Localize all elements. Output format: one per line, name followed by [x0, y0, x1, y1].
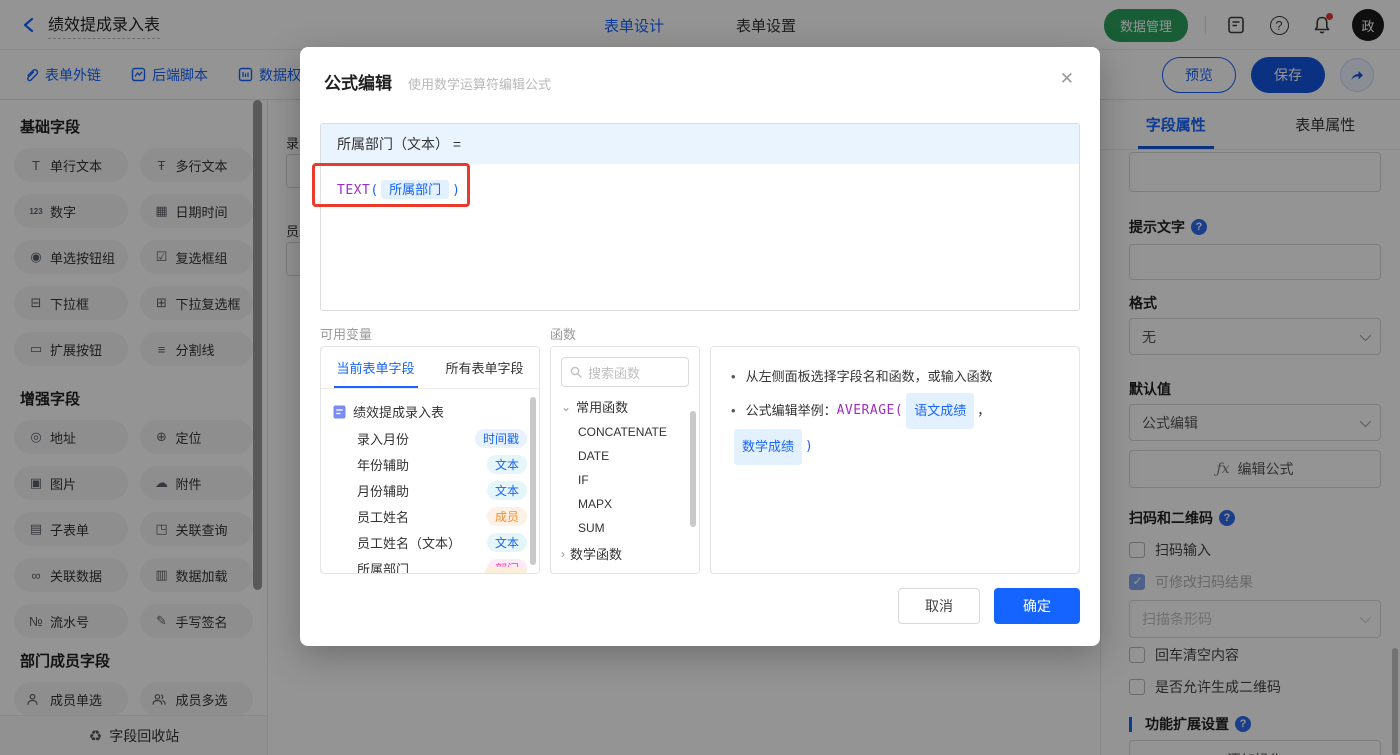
- app-root: 绩效提成录入表 表单设计 表单设置 数据管理 ? 政 表单外链: [0, 0, 1400, 755]
- formula-editor: 所属部门（文本） = TEXT(所属部门): [320, 123, 1080, 311]
- variables-scrollbar[interactable]: [530, 397, 536, 565]
- variable-row[interactable]: 年份辅助文本: [321, 451, 539, 477]
- close-icon[interactable]: ✕: [1060, 69, 1074, 89]
- functions-label: 函数: [550, 324, 576, 343]
- function-item-date[interactable]: DATE: [551, 444, 699, 468]
- formula-input-area[interactable]: TEXT(所属部门): [321, 164, 1079, 213]
- variables-tree-root[interactable]: 绩效提成录入表: [321, 398, 539, 425]
- search-icon: [570, 366, 582, 378]
- formula-function-name: TEXT: [337, 183, 370, 198]
- help-panel: • 从左侧面板选择字段名和函数，或输入函数 • 公式编辑举例： AVERAGE(…: [710, 346, 1080, 574]
- variable-row[interactable]: 员工姓名成员: [321, 503, 539, 529]
- example-field-chip: 数学成绩: [734, 429, 802, 465]
- caret-down-icon: ⌄: [561, 400, 571, 414]
- variables-label: 可用变量: [320, 324, 372, 343]
- variable-row[interactable]: 员工姓名（文本）文本: [321, 529, 539, 555]
- caret-right-icon: ›: [561, 574, 565, 575]
- formula-result-label: 所属部门（文本） =: [321, 124, 1079, 164]
- modal-title: 公式编辑: [324, 69, 392, 94]
- modal-subtitle: 使用数学运算符编辑公式: [408, 74, 551, 93]
- type-badge: 时间戳: [475, 429, 527, 448]
- variables-panel: 当前表单字段 所有表单字段 绩效提成录入表 录入月份时间戳 年份辅助文本 月份辅…: [320, 346, 540, 574]
- example-function: AVERAGE(: [837, 395, 904, 427]
- tab-all-form-fields[interactable]: 所有表单字段: [430, 347, 539, 388]
- help-bullet-2-prefix: 公式编辑举例：: [746, 395, 837, 427]
- function-group-math[interactable]: › 数学函数: [551, 540, 699, 567]
- search-placeholder: 搜索函数: [588, 363, 640, 382]
- function-item-mapx[interactable]: MAPX: [551, 492, 699, 516]
- type-badge: 文本: [487, 481, 527, 500]
- variable-badge-partial: [485, 567, 527, 574]
- function-item-sum[interactable]: SUM: [551, 516, 699, 540]
- caret-right-icon: ›: [561, 547, 565, 561]
- tab-current-form-fields[interactable]: 当前表单字段: [321, 347, 430, 388]
- functions-panel: 搜索函数 ⌄ 常用函数 CONCATENATE DATE IF MAPX SUM…: [550, 346, 700, 574]
- help-bullet-1: 从左侧面板选择字段名和函数，或输入函数: [746, 361, 993, 393]
- form-doc-icon: [333, 405, 346, 419]
- variable-row[interactable]: 月份辅助文本: [321, 477, 539, 503]
- function-item-concatenate[interactable]: CONCATENATE: [551, 420, 699, 444]
- type-badge: 文本: [487, 533, 527, 552]
- function-search-input[interactable]: 搜索函数: [561, 357, 689, 387]
- function-item-if[interactable]: IF: [551, 468, 699, 492]
- example-field-chip: 语文成绩: [906, 393, 974, 429]
- cancel-button[interactable]: 取消: [898, 588, 980, 624]
- function-group-common[interactable]: ⌄ 常用函数: [551, 393, 699, 420]
- formula-field-chip[interactable]: 所属部门: [381, 180, 449, 199]
- variable-row[interactable]: 录入月份时间戳: [321, 425, 539, 451]
- type-badge: 成员: [487, 507, 527, 526]
- type-badge: 文本: [487, 455, 527, 474]
- confirm-button[interactable]: 确定: [994, 588, 1080, 624]
- function-group-text[interactable]: › 文本函数: [551, 567, 699, 574]
- functions-scrollbar[interactable]: [690, 411, 696, 527]
- formula-edit-modal: 公式编辑 使用数学运算符编辑公式 ✕ 所属部门（文本） = TEXT(所属部门)…: [300, 47, 1100, 646]
